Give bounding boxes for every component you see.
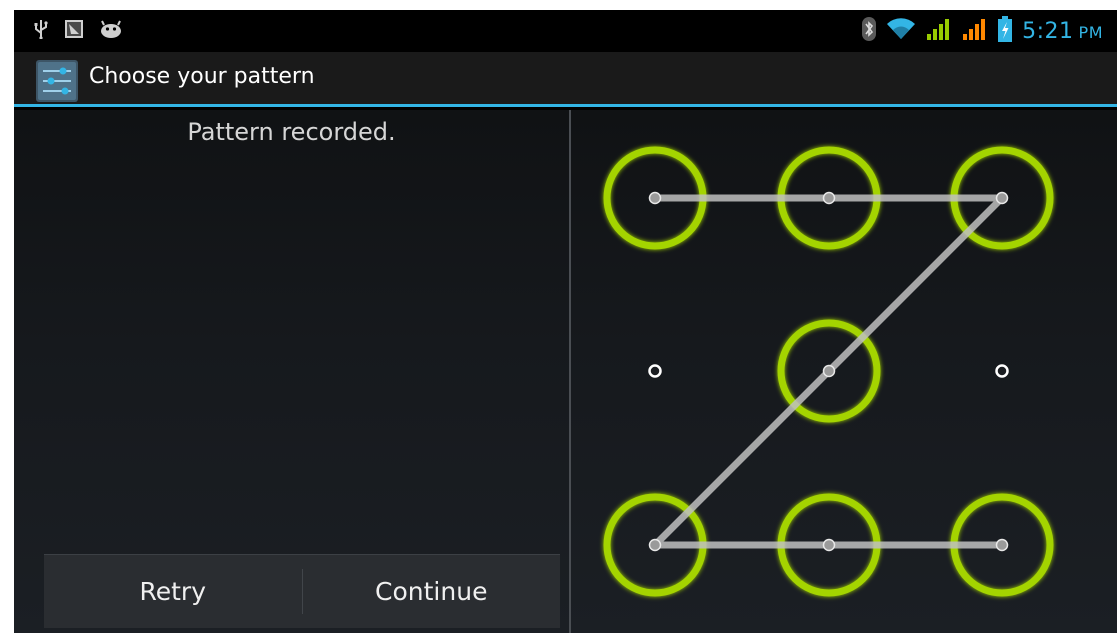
android-debug-icon [100,20,122,42]
pattern-dot-3[interactable] [995,191,1009,205]
content-area: Pattern recorded. Retry Continue [14,110,1117,633]
pattern-dot-7[interactable] [648,538,662,552]
signal-icon-2 [962,17,988,45]
screen: 5:21 PM Choose your pattern Pattern recor… [14,10,1117,633]
pattern-dot-8[interactable] [822,538,836,552]
screenshot-icon [64,19,84,43]
status-bar-right: 5:21 PM [862,16,1103,46]
pattern-dot-9[interactable] [995,538,1009,552]
left-pane: Pattern recorded. Retry Continue [14,110,569,633]
clock-ampm: PM [1078,22,1103,42]
battery-charging-icon [998,16,1013,46]
page-title: Choose your pattern [89,64,315,89]
status-bar-left [34,20,122,42]
bluetooth-icon [862,17,877,45]
wifi-icon [886,17,916,45]
pattern-grid[interactable] [571,110,1117,633]
retry-button[interactable]: Retry [44,555,302,628]
pattern-dot-1[interactable] [648,191,662,205]
pattern-canvas[interactable] [571,110,1117,633]
pattern-dot-4[interactable] [648,364,662,378]
pattern-dot-6[interactable] [995,364,1009,378]
pattern-status-text: Pattern recorded. [187,118,396,146]
clock: 5:21 PM [1022,19,1103,44]
usb-icon [34,19,48,43]
pattern-dot-2[interactable] [822,191,836,205]
settings-icon[interactable] [35,59,79,103]
button-bar: Retry Continue [44,554,560,628]
continue-button[interactable]: Continue [303,555,561,628]
action-bar: Choose your pattern [14,52,1117,107]
status-bar: 5:21 PM [14,10,1117,52]
pattern-dot-5[interactable] [822,364,836,378]
signal-icon [926,17,952,45]
clock-time: 5:21 [1022,18,1074,44]
